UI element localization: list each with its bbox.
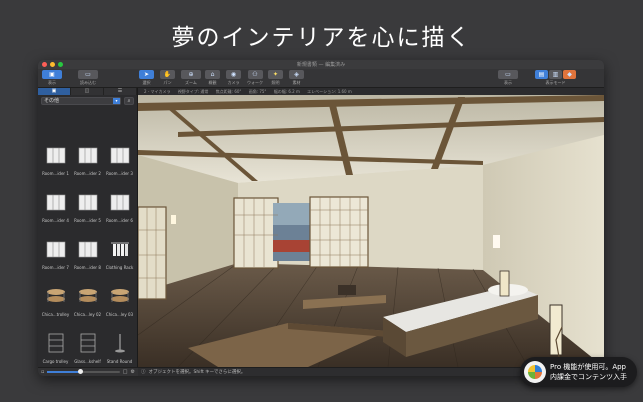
toolbar-select-button[interactable]: ➤ 選択 [139, 70, 154, 86]
title-bar: 新規書類 — 編集済み [38, 60, 604, 69]
rack-thumbnail [106, 236, 133, 262]
library-item-label: Room...ider 7 [42, 265, 69, 270]
divider-thumbnail [74, 189, 101, 215]
chevron-down-icon: ▾ [113, 98, 120, 104]
library-item-label: Room...ider 5 [74, 218, 101, 223]
toolbar-camera-button[interactable]: ◉ カメラ [226, 70, 241, 86]
pan-icon: ✋ [160, 70, 175, 79]
library-item-label: Glass...kshelf [74, 359, 101, 364]
library-item-label: Room...ider 4 [42, 218, 69, 223]
divider-thumbnail [42, 142, 69, 168]
toolbar-material-button[interactable]: ◈ 素材 [289, 70, 304, 86]
3d-view-icon: ◆ [563, 70, 576, 79]
library-item-label: Room...ider 6 [106, 218, 133, 223]
sidebar-footer: ▫ □ ⚙ [38, 367, 138, 376]
shelf-thumbnail [42, 330, 69, 356]
library-item[interactable]: Room...ider 7 [40, 233, 71, 280]
window-title: 新規書類 — 編集済み [296, 62, 346, 68]
tab-materials[interactable]: ◫ [71, 88, 104, 95]
library-item[interactable]: Clothing Rack [104, 233, 135, 280]
library-item[interactable]: Room...ider 1 [40, 139, 71, 186]
library-item[interactable]: Room...ider 6 [104, 186, 135, 233]
view-mode-icon: ▭ [498, 70, 518, 79]
object-grid: Room...ider 1 Room...ider 2 Room...ider 3 R… [40, 139, 135, 376]
library-item[interactable]: Chica...ley 03 [104, 280, 135, 327]
import-icon: ▭ [78, 70, 98, 79]
search-button[interactable]: ⌕ [124, 97, 134, 105]
library-item-label: Chica...ley 03 [105, 312, 134, 317]
library-item-label: Room...ider 8 [74, 265, 101, 270]
shelf-thumbnail [74, 330, 101, 356]
app-logo-icon [524, 361, 546, 383]
sidebar-tabs: ▣ ◫ ☰ [38, 88, 137, 95]
stand-thumbnail [106, 330, 133, 356]
library-item[interactable]: Room...ider 4 [40, 186, 71, 233]
toolbar-walk-button[interactable]: ⚇ ウォーク [247, 70, 263, 86]
divider-thumbnail [74, 142, 101, 168]
library-item-label: Cargo trolley [42, 359, 69, 364]
toolbar-import-button[interactable]: ▭ 読み込む [78, 70, 98, 86]
library-item-label: Room...ider 3 [106, 171, 133, 176]
library-item-label: Room...ider 2 [74, 171, 101, 176]
walk-icon: ⚇ [247, 70, 263, 79]
divider-thumbnail [42, 189, 69, 215]
trolley-thumbnail [42, 283, 69, 309]
select-icon: ➤ [139, 70, 154, 79]
library-item-label: Room...ider 1 [42, 171, 69, 176]
search-icon: ⌕ [127, 98, 131, 104]
material-icon: ◈ [289, 70, 304, 79]
library-sidebar: ▣ ◫ ☰ その他 ▾ ⌕ Room...ider 1 Room...ider 2… [38, 88, 138, 376]
library-item[interactable]: Room...ider 2 [72, 139, 103, 186]
toolbar-display-button[interactable]: ▣ 表示 [42, 70, 62, 86]
toolbar-view-button[interactable]: ▭ 表示 [498, 70, 518, 86]
slider-knob[interactable] [77, 369, 83, 374]
library-item[interactable]: Room...ider 5 [72, 186, 103, 233]
trolley-thumbnail [74, 283, 101, 309]
library-item-label: Stand Round [106, 359, 133, 364]
toolbar-zoom-button[interactable]: ⊕ ズーム [181, 70, 201, 86]
divider-thumbnail [42, 236, 69, 262]
library-item-label: Chica...trolley [41, 312, 70, 317]
library-item[interactable]: Room...ider 8 [72, 233, 103, 280]
info-icon: ⓘ [141, 370, 146, 375]
elevation-view-icon: ▥ [549, 70, 562, 79]
pro-features-badge[interactable]: Pro 機能が使用可。App 内課金でコンテンツ入手 [520, 357, 637, 387]
thumbnail-size-slider[interactable] [47, 369, 120, 374]
large-thumbs-icon[interactable]: □ [123, 369, 128, 375]
category-row: その他 ▾ ⌕ [38, 95, 137, 107]
japanese-bedroom-render [138, 95, 604, 367]
library-item-label: Clothing Rack [105, 265, 134, 270]
divider-thumbnail [74, 236, 101, 262]
light-icon: ✦ [268, 70, 283, 79]
toolbar-display-mode-group[interactable]: ▤ ▥ ◆ 表示モード [535, 70, 576, 86]
plan-view-icon: ▤ [535, 70, 548, 79]
camera-icon: ◉ [226, 70, 241, 79]
tab-list[interactable]: ☰ [104, 88, 137, 95]
category-select[interactable]: その他 ▾ [41, 97, 121, 105]
library-item[interactable]: Chica...ley 02 [72, 280, 103, 327]
zoom-icon: ⊕ [181, 70, 201, 79]
divider-thumbnail [106, 142, 133, 168]
promo-headline: 夢のインテリアを心に描く [171, 25, 472, 51]
library-item-label: Chica...ley 02 [73, 312, 102, 317]
toolbar-pan-button[interactable]: ✋ パン [160, 70, 175, 86]
toolbar: ▣ 表示 ▭ 読み込む ➤ 選択 ✋ パン ⊕ ズーム ⌂ 概観 ◉ カメラ ⚇ [38, 69, 604, 88]
slider-fill [47, 371, 80, 373]
promo-text: Pro 機能が使用可。App 内課金でコンテンツ入手 [550, 363, 627, 381]
app-window: 新規書類 — 編集済み ▣ 表示 ▭ 読み込む ➤ 選択 ✋ パン ⊕ ズーム … [38, 60, 604, 376]
toolbar-overview-button[interactable]: ⌂ 概観 [205, 70, 220, 86]
trolley-thumbnail [106, 283, 133, 309]
small-thumbs-icon[interactable]: ▫ [41, 369, 44, 375]
overview-icon: ⌂ [205, 70, 220, 79]
tab-objects[interactable]: ▣ [38, 88, 71, 95]
toolbar-light-button[interactable]: ✦ 照明 [268, 70, 283, 86]
library-item[interactable]: Room...ider 3 [104, 139, 135, 186]
settings-icon[interactable]: ⚙ [131, 369, 135, 375]
divider-thumbnail [106, 189, 133, 215]
3d-viewport[interactable] [138, 95, 604, 367]
display-icon: ▣ [42, 70, 62, 79]
library-item[interactable]: Chica...trolley [40, 280, 71, 327]
camera-info-bar: 2 - マイカメラ 視野タイプ: 通常 焦点距離: 60° 画角: 75° 幅の… [138, 88, 604, 95]
